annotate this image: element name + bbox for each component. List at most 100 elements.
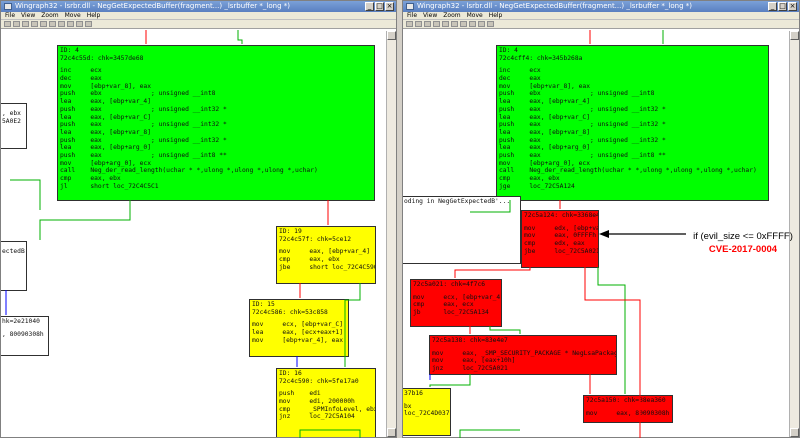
code-line: lea eax, [ebp+arg_0] [499,144,590,152]
menu-zoom[interactable]: Zoom [41,12,58,19]
code-line: 72c5a021: chk=4f7c6 [413,281,486,288]
partial-block-yellow[interactable]: 37b16 bx loc_72C4D037 [403,388,451,436]
toolbar-button[interactable] [424,21,431,27]
left-vertical-scrollbar[interactable] [386,31,396,437]
code-line: mov [ebp+var_4], eax [252,336,343,344]
partial-block-left-1[interactable]: , ebx 5A0E2 [1,103,27,149]
code-block-red-4[interactable]: 72c5a150: chk=38ea360 mov eax, 80090308h [583,395,673,423]
scroll-down-arrow[interactable] [790,428,799,437]
code-line: push edi [279,390,321,398]
code-line: jbe short loc_72C4C590 [279,263,376,271]
menu-help[interactable]: Help [87,12,101,19]
code-line: hk=2e21040 [2,318,40,325]
menu-view[interactable]: View [21,12,35,19]
toolbar-button[interactable] [58,21,65,27]
code-line: dec eax [60,75,102,83]
scroll-up-arrow[interactable] [387,31,396,40]
code-line: lea eax, [ebp+var_4] [499,98,590,106]
code-line: , ebx [2,110,21,117]
partial-block-left-3[interactable]: hk=2e21040 , 80090308h [1,316,49,356]
toolbar-button[interactable] [4,21,11,27]
toolbar-button[interactable] [478,21,485,27]
code-block-16[interactable]: ID: 16 72c4c590: chk=5fe17a0 push edi mov e… [276,368,376,437]
code-line: call Neg_der_read_length(uchar * *,ulong… [499,167,757,175]
code-line: cmp eax, ebx [499,175,560,182]
code-line: cmp eax, ecx [413,301,474,309]
toolbar-button[interactable] [451,21,458,27]
toolbar-button[interactable] [469,21,476,27]
menu-view[interactable]: View [423,12,437,19]
code-line: jb loc_72C5A134 [413,309,489,317]
code-block-size-check[interactable]: 72c5a124: chk=3368e4a mov edx, [ebp+var_4… [521,210,599,268]
code-line: push eax ; unsigned __int32 * [499,121,666,129]
partial-block-left-2[interactable]: ectedB'... [1,241,27,291]
close-button[interactable]: × [788,2,797,11]
toolbar-button[interactable] [406,21,413,27]
code-block-red-3[interactable]: 72c5a138: chk=83e4e7 mov eax, _SMP_SECURI… [429,335,617,375]
partial-block-string-ref[interactable]: oding in NegGetExpectedB'... [403,196,521,264]
code-line: 5A0E2 [2,117,21,125]
maximize-button[interactable]: □ [375,2,384,11]
code-block-19[interactable]: ID: 19 72c4c57f: chk=5ce12 mov eax, [ebp+v… [276,226,376,284]
code-line: push eax ; unsigned __int8 ** [60,151,227,159]
code-line: jl short loc_72C4C5C1 [60,182,159,190]
right-toolbar [403,20,799,29]
toolbar-button[interactable] [49,21,56,27]
scroll-down-arrow[interactable] [387,428,396,437]
annotation-condition: if (evil_size <= 0xFFFF) [693,231,793,242]
menu-zoom[interactable]: Zoom [443,12,460,19]
code-line: 37b16 [404,390,423,397]
code-line: 72c4c55d: chk=3457de68 [60,54,144,62]
code-line: cmp _SPMInfoLevel, ebx [279,405,376,413]
close-button[interactable]: × [385,2,394,11]
toolbar-button[interactable] [76,21,83,27]
code-line: mov eax, 80090308h [586,409,670,417]
toolbar-button[interactable] [13,21,20,27]
right-graph-window: Wingraph32 - lsrbr.dll - NegGetExpectedB… [402,0,800,438]
toolbar-button[interactable] [487,21,494,27]
code-line: , 80090308h [2,330,44,338]
code-line: jge loc_72C5A124 [499,182,575,190]
code-block-4-left[interactable]: ID: 4 72c4c55d: chk=3457de68 inc ecx dec ea… [57,45,375,201]
left-graph-canvas[interactable]: , ebx5A0E2 ectedB'... hk=2e21040 , 800903… [1,31,386,437]
right-window-titlebar[interactable]: Wingraph32 - lsrbr.dll - NegGetExpectedB… [403,1,799,12]
code-block-red-2[interactable]: 72c5a021: chk=4f7c6 mov ecx, [ebp+var_4] c… [410,279,502,327]
toolbar-button[interactable] [442,21,449,27]
code-line: lea eax, [ebp+var_4] [60,98,151,106]
toolbar-button[interactable] [460,21,467,27]
menu-file[interactable]: File [5,12,15,19]
menu-move[interactable]: Move [65,12,81,19]
toolbar-button[interactable] [31,21,38,27]
menu-move[interactable]: Move [467,12,483,19]
code-block-15[interactable]: ID: 15 72c4c586: chk=53c858 mov ecx, [ebp+… [249,299,349,357]
toolbar-button[interactable] [22,21,29,27]
code-line: mov [ebp+var_8], eax [60,82,151,90]
annotation-cve: CVE-2017-0004 [708,244,778,255]
code-line: mov eax, 0FFFFh [524,232,597,240]
code-line: inc ecx [499,67,541,75]
code-line: loc_72C4D037 [404,410,450,418]
code-line: mov eax, [ebp+var_4] [279,248,370,256]
code-line: call Neg_der_read_length(uchar * *,ulong… [60,167,318,175]
code-line: lea eax, [ebp+var_C] [499,113,590,121]
scroll-up-arrow[interactable] [790,31,799,40]
menu-help[interactable]: Help [489,12,503,19]
code-line: cmp edx, eax [524,240,585,248]
left-window-titlebar[interactable]: Wingraph32 - lsrbr.dll - NegGetExpectedB… [1,1,396,12]
maximize-button[interactable]: □ [778,2,787,11]
minimize-button[interactable]: _ [365,2,374,11]
minimize-button[interactable]: _ [768,2,777,11]
toolbar-button[interactable] [415,21,422,27]
code-block-4-right[interactable]: ID: 4 72c4cff4: chk=345b268a inc ecx dec ea… [496,45,769,201]
toolbar-button[interactable] [40,21,47,27]
code-line: push ebx ; unsigned __int8 [60,90,216,98]
toolbar-button[interactable] [67,21,74,27]
menu-file[interactable]: File [407,12,417,19]
code-line: mov [ebp+arg_0], ecx [60,159,151,167]
toolbar-button[interactable] [433,21,440,27]
code-line: bx [404,402,412,410]
right-window-title: Wingraph32 - lsrbr.dll - NegGetExpectedB… [417,2,692,10]
code-line: mov edx, [ebp+var_4] [524,224,598,232]
code-line: jbe loc_72C5A021 [524,247,599,255]
toolbar-button[interactable] [85,21,92,27]
